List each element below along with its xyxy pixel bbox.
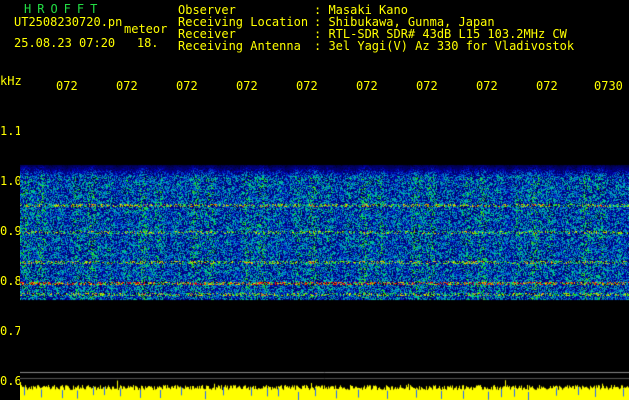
- x-tick: 072: [56, 79, 78, 93]
- x-tick: 072: [476, 79, 498, 93]
- station-info: Observer: Masaki Kano Receiving Location…: [178, 4, 574, 52]
- x-tick: 072: [176, 79, 198, 93]
- x-tick: 072: [236, 79, 258, 93]
- datetime-label: 25.08.23 07:20 18.: [14, 37, 159, 49]
- y-tick: 0.7: [0, 324, 22, 338]
- spectrogram: [20, 96, 629, 400]
- x-tick: 072: [116, 79, 138, 93]
- meteor-label: meteor: [124, 22, 168, 36]
- count-text: 18.: [136, 36, 159, 50]
- y-axis-unit: kHz: [0, 74, 22, 88]
- x-tick: 072: [416, 79, 438, 93]
- datetime-text: 25.08.23 07:20: [14, 36, 116, 50]
- y-tick: 0.9: [0, 224, 22, 238]
- filename-label: UT2508230720.pn: [14, 15, 123, 29]
- info-value: : 3el Yagi(V) Az 330 for Vladivostok: [314, 39, 575, 53]
- info-key: Receiving Antenna: [178, 39, 301, 53]
- y-tick: 0.6: [0, 374, 22, 388]
- y-tick: 1.0: [0, 174, 22, 188]
- x-tick: 0730: [594, 79, 623, 93]
- x-tick: 072: [356, 79, 378, 93]
- hrofft-logo: HROFFT: [24, 2, 104, 16]
- y-tick: 1.1: [0, 124, 22, 138]
- x-tick: 072: [296, 79, 318, 93]
- x-tick: 072: [536, 79, 558, 93]
- y-tick: 0.8: [0, 274, 22, 288]
- info-row-antenna: Receiving Antenna : 3el Yagi(V) Az 330 fo…: [178, 40, 574, 52]
